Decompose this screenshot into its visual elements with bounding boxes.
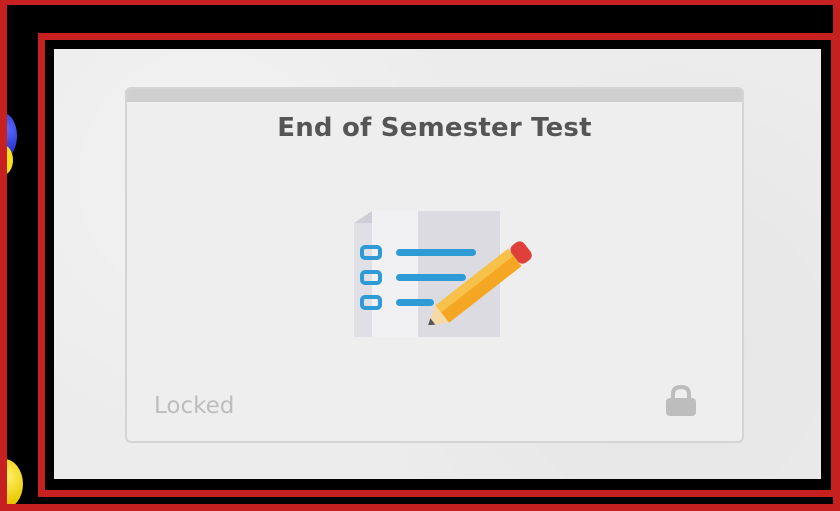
- lock-icon: [666, 385, 696, 416]
- test-checklist-pencil-icon: [354, 211, 532, 337]
- outer-frame: End of Semester Test Locked: [0, 0, 840, 511]
- card-title: End of Semester Test: [277, 113, 592, 143]
- test-card[interactable]: End of Semester Test Locked: [125, 87, 744, 443]
- yellow-balloon-decoration-bottom: [7, 459, 23, 504]
- status-label: Locked: [154, 393, 235, 419]
- card-top-bar: [127, 89, 742, 102]
